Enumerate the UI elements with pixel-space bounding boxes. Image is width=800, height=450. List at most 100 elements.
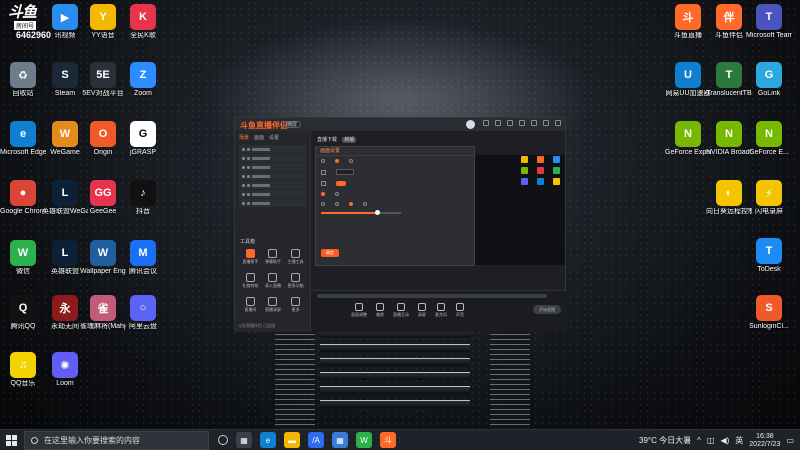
desktop-icon[interactable]: Z Zoom (120, 62, 166, 98)
store-icon[interactable]: ▦ (332, 432, 348, 448)
volume-icon[interactable]: ◀) (720, 436, 729, 445)
tab-scene[interactable]: 场景 (239, 134, 249, 141)
maximize-icon[interactable] (543, 120, 549, 126)
title-bar[interactable]: 斗鱼直播伴侣 横屏 (235, 118, 565, 131)
visibility-icon[interactable] (242, 147, 245, 151)
desktop-icon[interactable]: ♫ QQ音乐 (0, 352, 46, 388)
lock-icon[interactable] (247, 165, 250, 169)
tray-expand-icon[interactable]: ^ (697, 436, 701, 445)
douyu-taskbar-icon[interactable]: 斗 (380, 432, 396, 448)
bitrate-slider-knob[interactable] (375, 210, 380, 215)
option-chip[interactable] (336, 181, 347, 186)
tab-live-download[interactable]: 直播下载 (317, 137, 337, 143)
clock[interactable]: 16:38 2022/7/23 (749, 433, 780, 449)
desktop-icon[interactable]: N GeForce E... (746, 121, 792, 157)
desktop-icon[interactable]: GjGRASP (120, 121, 166, 157)
desktop-icon[interactable]: ⚡ 闪电录屏 (746, 180, 792, 216)
toolbox-item[interactable]: 录入直播 (262, 273, 285, 289)
menu-icon[interactable] (519, 120, 525, 126)
tab-settings[interactable]: 设置 (269, 134, 279, 141)
close-icon[interactable] (555, 120, 561, 126)
toolbox-item[interactable]: 礼物特效 (239, 273, 262, 289)
wechat-taskbar-icon[interactable]: W (356, 432, 372, 448)
toolbox-item[interactable]: 主播工具 (284, 249, 307, 265)
option-checkbox[interactable] (321, 181, 326, 186)
desktop-icon[interactable]: ○ 阿里云盘 (120, 295, 166, 331)
desktop-icon[interactable]: T ToDesk (746, 238, 792, 274)
framerate-radio-selected[interactable] (349, 202, 353, 206)
desktop-icon[interactable]: ● Google Chrome (0, 180, 46, 216)
toolbox-item[interactable]: 直播帮手 (239, 249, 262, 265)
task-view-icon[interactable]: ▦ (236, 432, 252, 448)
desktop-icon[interactable]: 斗斗鱼直播 (665, 4, 711, 40)
desktop-icon[interactable]: N GeForce Experience (665, 121, 711, 157)
desktop-icon[interactable]: U 网易UU加速器 (665, 62, 711, 98)
lock-icon[interactable] (247, 201, 250, 205)
scene-source-row[interactable] (239, 145, 306, 153)
weather-widget[interactable]: 39°C 今日大暑 (639, 435, 691, 446)
file-explorer-icon[interactable]: ▬ (284, 432, 300, 448)
framerate-radio[interactable] (363, 202, 367, 206)
lock-icon[interactable] (247, 192, 250, 196)
visibility-icon[interactable] (242, 192, 245, 196)
user-avatar[interactable] (466, 120, 475, 129)
desktop-icon[interactable]: K 全民K歌 (120, 4, 166, 40)
message-icon[interactable] (507, 120, 513, 126)
framerate-radio[interactable] (335, 202, 339, 206)
skin-icon[interactable] (495, 120, 501, 126)
bottom-tool[interactable]: 画面调整 (351, 303, 367, 318)
visibility-icon[interactable] (242, 201, 245, 205)
network-icon[interactable]: ◫ (707, 436, 715, 445)
taskbar-search[interactable]: 在这里输入你要搜索的内容 (24, 431, 209, 450)
mode-radio[interactable] (321, 159, 325, 163)
orientation-selector[interactable]: 横屏 (283, 121, 302, 128)
minimize-icon[interactable] (531, 120, 537, 126)
desktop-icon[interactable]: M 腾讯会议 (120, 240, 166, 276)
desktop-icon[interactable]: ✺ Loom (42, 352, 88, 388)
mode-radio-selected[interactable] (335, 159, 339, 163)
scene-source-row[interactable] (239, 172, 306, 180)
visibility-icon[interactable] (242, 165, 245, 169)
lock-icon[interactable] (247, 156, 250, 160)
quality-radio[interactable] (335, 192, 339, 196)
bottom-tool[interactable]: 录屏 (418, 303, 426, 318)
scene-source-row[interactable] (239, 163, 306, 171)
start-live-button[interactable]: 开始直播 (533, 305, 561, 314)
visibility-icon[interactable] (242, 156, 245, 160)
windows-start-icon[interactable] (6, 435, 17, 446)
notification-icon[interactable]: ▭ (786, 436, 794, 445)
framerate-radio[interactable] (321, 202, 325, 206)
scene-source-row[interactable] (239, 154, 306, 162)
desktop-icon[interactable]: Q 腾讯QQ (0, 295, 46, 331)
desktop-icon[interactable]: G GoLink (746, 62, 792, 98)
lock-icon[interactable] (247, 174, 250, 178)
bottom-tool[interactable]: 直播互动 (393, 303, 409, 318)
ime-indicator[interactable]: 英 (735, 435, 743, 446)
tab-screen[interactable]: 画面 (254, 134, 264, 141)
ai-app-icon[interactable]: /A (308, 432, 324, 448)
timeline-bar[interactable] (317, 294, 547, 298)
visibility-icon[interactable] (242, 174, 245, 178)
cortana-icon[interactable] (218, 435, 228, 445)
desktop-icon[interactable]: ♪ 抖音 (120, 180, 166, 216)
settings-icon[interactable] (483, 120, 489, 126)
lock-icon[interactable] (247, 183, 250, 187)
toolbox-item[interactable]: 直播间 (239, 297, 262, 313)
desktop-icon[interactable]: T Microsoft Teams (746, 4, 792, 40)
resolution-input[interactable] (336, 169, 354, 175)
desktop-icon[interactable]: ♻ 回收站 (0, 62, 46, 98)
toolbox-item[interactable]: 弹幕助手 (262, 249, 285, 265)
bottom-tool[interactable]: 声音 (456, 303, 464, 318)
edge-taskbar-icon[interactable]: e (260, 432, 276, 448)
desktop-icon[interactable]: W 微信 (0, 240, 46, 276)
scene-source-row[interactable] (239, 199, 306, 207)
visibility-icon[interactable] (242, 183, 245, 187)
douyu-companion-window[interactable]: 斗鱼直播伴侣 横屏 场景 画面 设置 工具箱 直播帮手 弹幕助手 主播工具 礼物特效录… (234, 117, 567, 332)
desktop-icon[interactable]: e Microsoft Edge (0, 121, 46, 157)
scene-source-row[interactable] (239, 181, 306, 189)
toolbox-item[interactable]: 直播录屏 (262, 297, 285, 313)
scene-source-row[interactable] (239, 190, 306, 198)
desktop-icon[interactable]: S SunloginCl... (746, 295, 792, 331)
resolution-checkbox[interactable] (321, 169, 326, 175)
mode-radio[interactable] (349, 159, 353, 163)
